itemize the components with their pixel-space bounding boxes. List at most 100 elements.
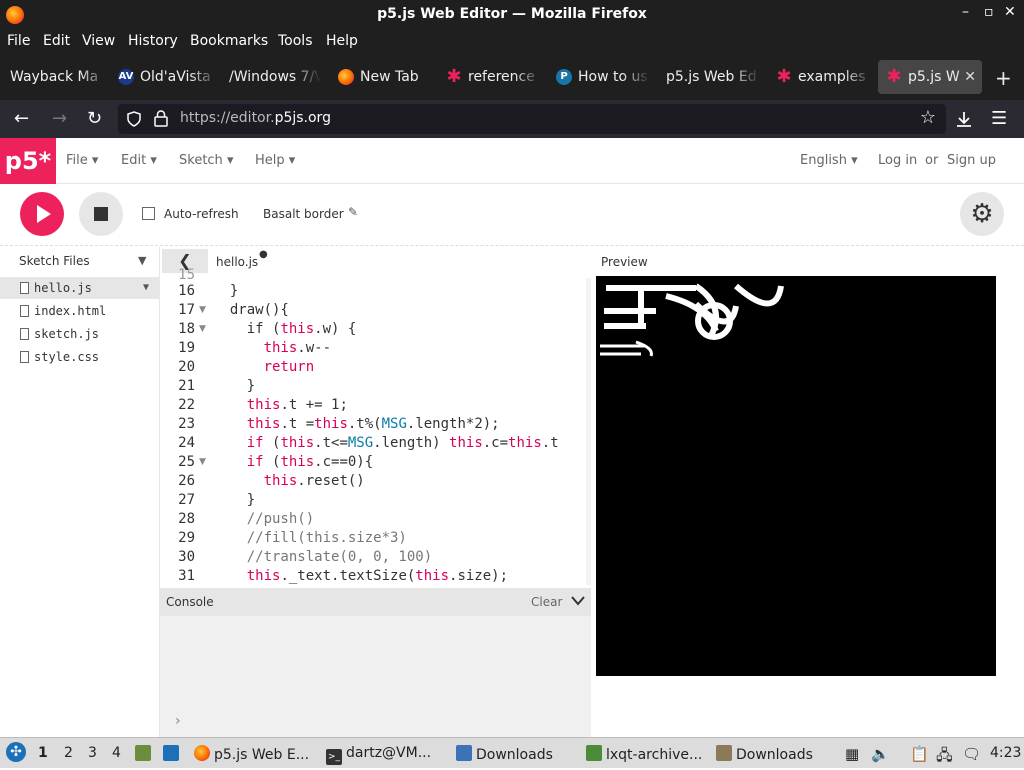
notification-icon[interactable]: 🗨: [962, 745, 981, 763]
signup-link[interactable]: Sign up: [947, 153, 996, 168]
sketch-files-sidebar: Sketch Files ▼ hello.js ▼ index.html sket…: [0, 247, 160, 737]
menu-file[interactable]: File: [7, 33, 30, 49]
clock[interactable]: 4:23: [990, 745, 1021, 761]
menu-help[interactable]: Help: [326, 33, 358, 49]
taskbar-app-downloads-1[interactable]: Downloads: [456, 745, 553, 763]
editor-filename: hello.js: [216, 255, 259, 269]
file-style-css[interactable]: style.css: [0, 346, 159, 368]
console-prompt-icon[interactable]: ›: [175, 713, 181, 729]
taskbar-app-archiver[interactable]: lxqt-archive...: [586, 745, 702, 763]
taskbar-app-downloads-2[interactable]: Downloads: [716, 745, 813, 763]
show-desktop-icon[interactable]: [163, 745, 183, 763]
file-manager-launcher-icon[interactable]: [135, 745, 155, 763]
p5-menu-file[interactable]: File ▾: [66, 153, 98, 168]
new-tab-button[interactable]: +: [995, 66, 1012, 90]
workspace-3[interactable]: 3: [88, 745, 97, 761]
file-index-html[interactable]: index.html: [0, 300, 159, 322]
tab-reference[interactable]: ✱ reference: [438, 60, 542, 94]
clipboard-icon[interactable]: 📋: [910, 745, 929, 763]
close-tab-icon[interactable]: ✕: [964, 60, 976, 94]
tab-p5editor[interactable]: p5.js Web Ed: [658, 60, 760, 94]
code-line[interactable]: this.t += 1;: [213, 397, 348, 413]
menu-tools[interactable]: Tools: [278, 33, 313, 49]
file-sketch-js[interactable]: sketch.js: [0, 323, 159, 345]
code-line[interactable]: //fill(this.size*3): [213, 530, 407, 546]
taskbar-app-terminal[interactable]: >_ dartz@VM...: [326, 745, 431, 765]
taskbar-app-label: lxqt-archive...: [606, 747, 703, 763]
downloads-icon[interactable]: [955, 110, 973, 128]
minimize-button[interactable]: –: [962, 4, 969, 20]
settings-gear-icon[interactable]: ⚙: [960, 192, 1004, 236]
code-line[interactable]: this.reset(): [213, 473, 365, 489]
tab-newtab[interactable]: New Tab: [330, 60, 436, 94]
p5-logo[interactable]: p5*: [0, 138, 56, 184]
menu-view[interactable]: View: [82, 33, 115, 49]
tab-examples[interactable]: ✱ examples: [768, 60, 872, 94]
auto-refresh-checkbox[interactable]: [142, 207, 155, 220]
network-icon[interactable]: 🖧: [936, 745, 953, 770]
code-line[interactable]: //translate(0, 0, 100): [213, 549, 432, 565]
taskbar-app-firefox[interactable]: p5.js Web E...: [194, 745, 309, 763]
sketch-name[interactable]: Basalt border: [263, 207, 344, 221]
p5-menu-help[interactable]: Help ▾: [255, 153, 295, 168]
start-menu-icon[interactable]: ✣: [6, 742, 26, 762]
console-collapse-icon[interactable]: [571, 596, 585, 606]
code-line[interactable]: }: [213, 283, 238, 299]
code-line[interactable]: this.w--: [213, 340, 331, 356]
fold-arrow-icon[interactable]: ▼: [199, 305, 206, 315]
hamburger-menu-icon[interactable]: ☰: [991, 108, 1007, 129]
fold-arrow-icon[interactable]: ▼: [199, 457, 206, 467]
file-options-icon[interactable]: ▼: [143, 277, 149, 299]
p5-menu-label: Edit: [121, 153, 147, 168]
file-label: index.html: [34, 304, 107, 318]
workspace-1[interactable]: 1: [38, 745, 48, 761]
tab-windows7[interactable]: /Windows 7/V: [221, 60, 321, 94]
code-line[interactable]: }: [213, 378, 255, 394]
tab-howto[interactable]: P How to us: [548, 60, 650, 94]
code-line[interactable]: if (this.t<=MSG.length) this.c=this.t: [213, 435, 559, 451]
file-hello-js[interactable]: hello.js ▼: [0, 277, 159, 299]
tab-oldavista[interactable]: AV Old'aVista: [110, 60, 218, 94]
play-button[interactable]: [20, 192, 64, 236]
editor-scrollbar[interactable]: [586, 278, 591, 585]
shield-icon[interactable]: [126, 111, 142, 127]
back-icon[interactable]: ←: [14, 108, 29, 129]
code-line[interactable]: this._text.textSize(this.size);: [213, 568, 508, 584]
code-line[interactable]: draw(){: [213, 302, 289, 318]
fold-arrow-icon[interactable]: ▼: [199, 324, 206, 334]
code-line[interactable]: this.t =this.t%(MSG.length*2);: [213, 416, 500, 432]
code-line[interactable]: //push(): [213, 511, 314, 527]
login-link[interactable]: Log in: [878, 153, 917, 168]
bookmark-star-icon[interactable]: ☆: [920, 107, 936, 128]
reload-icon[interactable]: ↻: [87, 108, 102, 129]
menu-bookmarks[interactable]: Bookmarks: [190, 33, 268, 49]
terminal-icon: >_: [326, 749, 342, 765]
code-line[interactable]: if (this.c==0){: [213, 454, 373, 470]
workspace-2[interactable]: 2: [64, 745, 73, 761]
url-bar[interactable]: https://editor.p5js.org ☆: [118, 104, 946, 134]
edit-pencil-icon[interactable]: ✎: [348, 205, 358, 219]
tab-wayback[interactable]: Wayback Ma: [2, 60, 108, 94]
volume-icon[interactable]: 🔈: [871, 745, 890, 763]
workspace-4[interactable]: 4: [112, 745, 121, 761]
stop-button[interactable]: [79, 192, 123, 236]
menu-history[interactable]: History: [128, 33, 178, 49]
code-line[interactable]: }: [213, 492, 255, 508]
p5-menu-sketch[interactable]: Sketch ▾: [179, 153, 233, 168]
code-line[interactable]: return: [213, 359, 315, 375]
maximize-button[interactable]: ▫: [984, 4, 994, 20]
or-text: or: [925, 153, 939, 168]
sidebar-options-icon[interactable]: ▼: [138, 254, 146, 267]
forward-icon[interactable]: →: [52, 108, 67, 129]
menu-edit[interactable]: Edit: [43, 33, 70, 49]
sketch-preview-canvas[interactable]: [596, 276, 996, 676]
close-window-button[interactable]: ✕: [1004, 4, 1016, 20]
p5-menu-edit[interactable]: Edit ▾: [121, 153, 157, 168]
trash-tray-icon[interactable]: ▦: [845, 745, 859, 763]
code-line[interactable]: if (this.w) {: [213, 321, 357, 337]
console-clear-button[interactable]: Clear: [531, 595, 562, 609]
lock-icon[interactable]: [154, 110, 168, 127]
language-select[interactable]: English ▾: [800, 153, 858, 168]
code-editor[interactable]: } draw(){ if (this.w) { this.w-- return …: [209, 278, 591, 585]
tab-p5-active[interactable]: ✱ p5.js W ✕: [878, 60, 982, 94]
